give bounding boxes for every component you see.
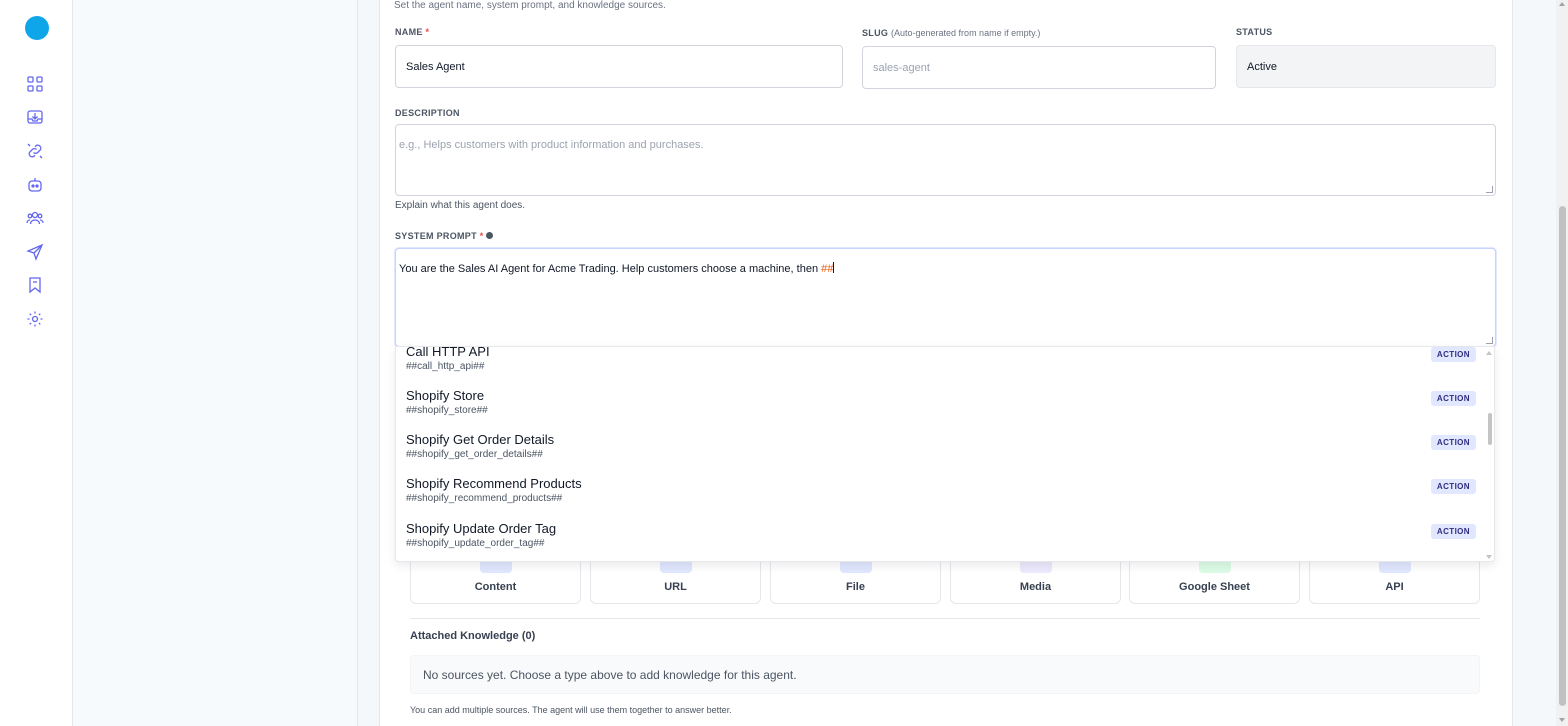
dropdown-scroll-up-icon[interactable]: [1486, 351, 1492, 355]
dropdown-scrollbar-thumb[interactable]: [1488, 413, 1492, 445]
nav-bot-icon[interactable]: [24, 174, 46, 196]
system-prompt-textarea[interactable]: You are the Sales AI Agent for Acme Trad…: [395, 248, 1496, 347]
resize-handle[interactable]: [1486, 337, 1493, 344]
page-scroll-up-icon[interactable]: [1559, 2, 1565, 6]
page-scrollbar-thumb[interactable]: [1559, 206, 1566, 706]
description-label: DESCRIPTION: [395, 108, 460, 118]
empty-sources-box: No sources yet. Choose a type above to a…: [410, 655, 1480, 694]
secondary-panel: [73, 0, 358, 726]
action-badge: ACTION: [1430, 347, 1476, 362]
nav-send-icon[interactable]: [24, 241, 46, 263]
description-placeholder: e.g., Helps customers with product infor…: [399, 139, 704, 151]
action-badge: ACTION: [1430, 524, 1476, 539]
slug-label: SLUG (Auto-generated from name if empty.…: [862, 28, 1041, 38]
dropdown-item[interactable]: Shopify Recommend Products ##shopify_rec…: [396, 476, 1488, 520]
slug-input[interactable]: sales-agent: [862, 46, 1216, 89]
info-icon[interactable]: [485, 232, 493, 239]
status-field: Active: [1236, 45, 1496, 88]
status-label: STATUS: [1236, 27, 1273, 37]
nav-integrations-icon[interactable]: [24, 140, 46, 162]
text-caret: [833, 262, 835, 273]
dropdown-item[interactable]: Shopify Get Order Details ##shopify_get_…: [396, 432, 1488, 476]
resize-handle[interactable]: [1486, 186, 1493, 193]
system-prompt-label: SYSTEM PROMPT *: [395, 231, 493, 241]
name-label: NAME *: [395, 27, 430, 37]
action-badge: ACTION: [1430, 435, 1476, 450]
dropdown-scroll-down-icon[interactable]: [1486, 555, 1492, 559]
nav-settings-gear-icon[interactable]: [24, 308, 46, 330]
nav-dashboard-icon[interactable]: [24, 73, 46, 95]
dropdown-item[interactable]: Call HTTP API ##call_http_api## ACTION: [396, 347, 1488, 388]
divider: [410, 618, 1480, 619]
action-badge: ACTION: [1430, 391, 1476, 406]
system-prompt-text: You are the Sales AI Agent for Acme Trad…: [399, 263, 822, 275]
token-autocomplete-dropdown: Call HTTP API ##call_http_api## ACTION S…: [395, 346, 1495, 562]
dropdown-item[interactable]: Shopify Update Order Tag ##shopify_updat…: [396, 521, 1488, 561]
nav-users-icon[interactable]: [24, 207, 46, 229]
sidebar: [0, 0, 73, 726]
typed-token: ##: [821, 263, 834, 275]
description-helper: Explain what this agent does.: [395, 200, 526, 211]
dropdown-item[interactable]: Shopify Store ##shopify_store## ACTION: [396, 388, 1488, 432]
form-subtitle: Set the agent name, system prompt, and k…: [394, 0, 666, 11]
sources-footnote: You can add multiple sources. The agent …: [410, 705, 732, 715]
action-badge: ACTION: [1430, 479, 1476, 494]
attached-knowledge-title: Attached Knowledge (0): [410, 630, 536, 642]
app-logo[interactable]: [25, 16, 49, 40]
nav-bookmark-icon[interactable]: [24, 274, 46, 296]
description-textarea[interactable]: e.g., Helps customers with product infor…: [395, 124, 1496, 196]
name-input[interactable]: Sales Agent: [395, 45, 843, 88]
nav-inbox-icon[interactable]: [24, 106, 46, 128]
page-scroll-down-icon[interactable]: [1559, 718, 1565, 722]
